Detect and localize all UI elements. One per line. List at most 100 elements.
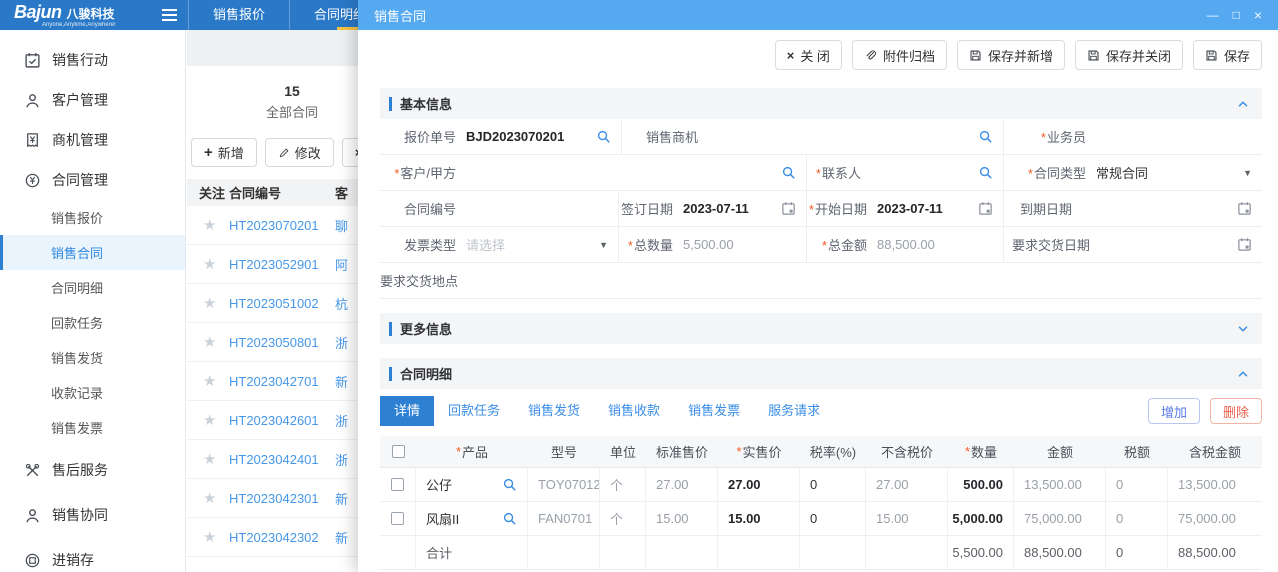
search-icon[interactable] bbox=[781, 165, 796, 180]
sidebar-item-opportunity-mgmt[interactable]: 商机管理 bbox=[0, 120, 185, 160]
contract-link[interactable]: HT2023042601 bbox=[229, 413, 335, 428]
contact-field[interactable] bbox=[871, 165, 1003, 180]
tab-payment-task[interactable]: 回款任务 bbox=[434, 396, 514, 426]
price-cell[interactable]: 15.00 bbox=[718, 502, 800, 535]
chevron-down-icon[interactable] bbox=[1236, 322, 1250, 336]
sidebar-item-after-sales[interactable]: 售后服务 bbox=[0, 450, 185, 490]
save-and-close-button[interactable]: 保存并关闭 bbox=[1075, 40, 1183, 70]
contract-link[interactable]: HT2023042401 bbox=[229, 452, 335, 467]
row-checkbox[interactable] bbox=[391, 478, 404, 491]
contract-link[interactable]: HT2023042301 bbox=[229, 491, 335, 506]
sidebar-item-inventory[interactable]: 进销存 bbox=[0, 540, 185, 572]
delivery-date-field[interactable] bbox=[1100, 237, 1262, 252]
contract-link[interactable]: HT2023050801 bbox=[229, 335, 335, 350]
section-more-info[interactable]: 更多信息 bbox=[380, 313, 1262, 344]
invoice-type-select[interactable]: 请选择 ▼ bbox=[466, 235, 618, 254]
star-icon[interactable]: ★ bbox=[187, 411, 229, 429]
add-row-button[interactable]: 增加 bbox=[1148, 398, 1200, 424]
sidebar-item-label: 商机管理 bbox=[52, 130, 108, 150]
contract-link[interactable]: HT2023042701 bbox=[229, 374, 335, 389]
contract-type-select[interactable]: 常规合同 ▼ bbox=[1096, 163, 1262, 182]
qty-cell[interactable]: 500.00 bbox=[948, 468, 1014, 501]
star-icon[interactable]: ★ bbox=[187, 333, 229, 351]
delete-row-button[interactable]: 删除 bbox=[1210, 398, 1262, 424]
close-icon[interactable]: × bbox=[1254, 8, 1262, 22]
product-cell[interactable]: 公仔 bbox=[416, 468, 528, 501]
quote-no-field[interactable]: BJD2023070201 bbox=[466, 129, 621, 144]
contract-link[interactable]: HT2023052901 bbox=[229, 257, 335, 272]
brand-logo: Bajun 八骏科技 Anyone,Anytime,Anywhere! bbox=[0, 3, 150, 28]
search-icon[interactable] bbox=[978, 165, 993, 180]
tab-service-request[interactable]: 服务请求 bbox=[754, 396, 834, 426]
opportunity-field[interactable] bbox=[708, 129, 1003, 144]
sidebar-subitem-sales-quote[interactable]: 销售报价 bbox=[0, 200, 185, 235]
sidebar-subitem-contract-detail[interactable]: 合同明细 bbox=[0, 270, 185, 305]
save-and-new-button[interactable]: 保存并新增 bbox=[957, 40, 1065, 70]
search-icon[interactable] bbox=[978, 129, 993, 144]
sidebar-subitem-payment-task[interactable]: 回款任务 bbox=[0, 305, 185, 340]
tax-rate-cell[interactable]: 0 bbox=[800, 468, 866, 501]
sidebar-item-sales-action[interactable]: 销售行动 bbox=[0, 40, 185, 80]
tab-sales-receipt[interactable]: 销售收款 bbox=[594, 396, 674, 426]
close-button[interactable]: × 关 闭 bbox=[775, 40, 842, 70]
star-icon[interactable]: ★ bbox=[187, 294, 229, 312]
star-icon[interactable]: ★ bbox=[187, 255, 229, 273]
chevron-up-icon[interactable] bbox=[1236, 97, 1250, 111]
end-date-field[interactable] bbox=[1082, 201, 1262, 216]
menu-toggle-button[interactable] bbox=[150, 0, 188, 30]
section-contract-detail[interactable]: 合同明细 bbox=[380, 358, 1262, 389]
star-icon[interactable]: ★ bbox=[187, 216, 229, 234]
tax-cell: 0 bbox=[1106, 502, 1168, 535]
sidebar-subitem-sales-delivery[interactable]: 销售发货 bbox=[0, 340, 185, 375]
sidebar-subitem-sales-contract[interactable]: 销售合同 bbox=[0, 235, 185, 270]
tab-sales-delivery[interactable]: 销售发货 bbox=[514, 396, 594, 426]
tab-detail[interactable]: 详情 bbox=[380, 396, 434, 426]
chevron-up-icon[interactable] bbox=[1236, 367, 1250, 381]
section-basic-info[interactable]: 基本信息 bbox=[380, 88, 1262, 119]
sidebar-subitem-receipt-record[interactable]: 收款记录 bbox=[0, 375, 185, 410]
product-cell[interactable]: 风扇II bbox=[416, 502, 528, 535]
tab-sales-invoice[interactable]: 销售发票 bbox=[674, 396, 754, 426]
qty-cell[interactable]: 5,000.00 bbox=[948, 502, 1014, 535]
user-icon bbox=[24, 92, 41, 109]
star-icon[interactable]: ★ bbox=[187, 489, 229, 507]
calendar-icon[interactable] bbox=[1237, 201, 1252, 216]
star-icon[interactable]: ★ bbox=[187, 450, 229, 468]
calendar-icon[interactable] bbox=[1237, 237, 1252, 252]
calendar-icon[interactable] bbox=[781, 201, 796, 216]
contract-link[interactable]: HT2023051002 bbox=[229, 296, 335, 311]
search-icon[interactable] bbox=[502, 511, 517, 526]
contract-link[interactable]: HT2023042302 bbox=[229, 530, 335, 545]
star-icon[interactable]: ★ bbox=[187, 372, 229, 390]
tax-rate-cell[interactable]: 0 bbox=[800, 502, 866, 535]
save-button[interactable]: 保存 bbox=[1193, 40, 1262, 70]
column-tax: 税额 bbox=[1106, 436, 1168, 467]
sum-tax: 0 bbox=[1106, 536, 1168, 569]
minimize-icon[interactable]: — bbox=[1207, 9, 1219, 21]
customer-field[interactable] bbox=[466, 165, 806, 180]
detail-row: 风扇II FAN0701 个 15.00 15.00 0 15.00 5,000… bbox=[380, 502, 1262, 536]
add-contract-button[interactable]: + 新增 bbox=[191, 138, 257, 167]
edit-contract-button[interactable]: 修改 bbox=[265, 138, 334, 167]
sidebar-subitem-sales-invoice[interactable]: 销售发票 bbox=[0, 410, 185, 445]
sidebar-item-contract-mgmt[interactable]: 合同管理 bbox=[0, 160, 185, 200]
model-cell: FAN0701 bbox=[528, 502, 600, 535]
calendar-icon[interactable] bbox=[978, 201, 993, 216]
sidebar-item-sales-collab[interactable]: 销售协同 bbox=[0, 495, 185, 535]
detail-sum-row: 合计 5,500.00 88,500.00 0 88,500.00 bbox=[380, 536, 1262, 570]
price-cell[interactable]: 27.00 bbox=[718, 468, 800, 501]
sign-date-field[interactable]: 2023-07-11 bbox=[683, 201, 806, 216]
unit-cell: 个 bbox=[600, 468, 646, 501]
topnav-tab-sales-quote[interactable]: 销售报价 bbox=[188, 0, 289, 30]
maximize-icon[interactable]: □ bbox=[1233, 9, 1240, 21]
plus-icon: + bbox=[204, 145, 213, 160]
sidebar-item-customer-mgmt[interactable]: 客户管理 bbox=[0, 80, 185, 120]
row-checkbox[interactable] bbox=[391, 512, 404, 525]
star-icon[interactable]: ★ bbox=[187, 528, 229, 546]
attachment-archive-button[interactable]: 附件归档 bbox=[852, 40, 947, 70]
search-icon[interactable] bbox=[502, 477, 517, 492]
start-date-field[interactable]: 2023-07-11 bbox=[877, 201, 1003, 216]
search-icon[interactable] bbox=[596, 129, 611, 144]
contract-link[interactable]: HT2023070201 bbox=[229, 218, 335, 233]
select-all-checkbox[interactable] bbox=[392, 445, 405, 458]
